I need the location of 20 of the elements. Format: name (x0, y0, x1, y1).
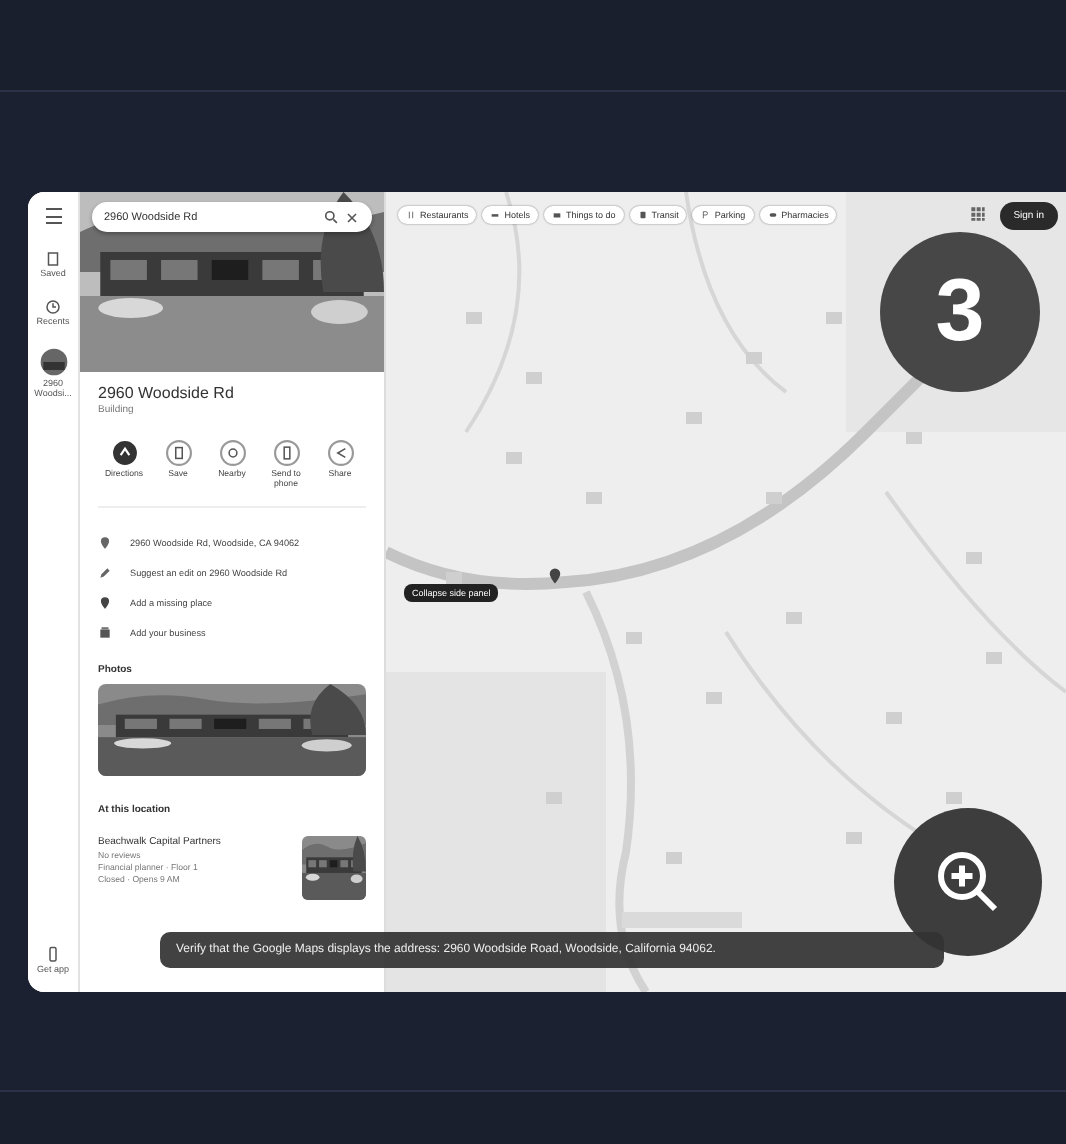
apps-grid-icon[interactable] (970, 206, 986, 222)
share-icon (327, 440, 353, 466)
pencil-icon (98, 565, 112, 580)
parking-icon (700, 210, 711, 220)
place-thumbnail-icon (37, 345, 69, 378)
bookmark-icon (44, 250, 62, 268)
map-pin-icon[interactable] (546, 564, 564, 588)
bookmark-icon (165, 440, 191, 466)
building-icon (98, 625, 112, 640)
pin-icon (98, 535, 112, 550)
phone-icon (44, 946, 62, 965)
bus-icon (637, 210, 648, 220)
directions-icon (111, 440, 137, 466)
pin-icon (98, 595, 112, 610)
clock-icon (44, 297, 62, 316)
place-title: 2960 Woodside Rd (98, 384, 236, 402)
phone-icon (273, 440, 299, 466)
cutlery-icon (406, 210, 416, 220)
target-icon (219, 440, 245, 466)
menu-icon[interactable] (45, 208, 61, 224)
